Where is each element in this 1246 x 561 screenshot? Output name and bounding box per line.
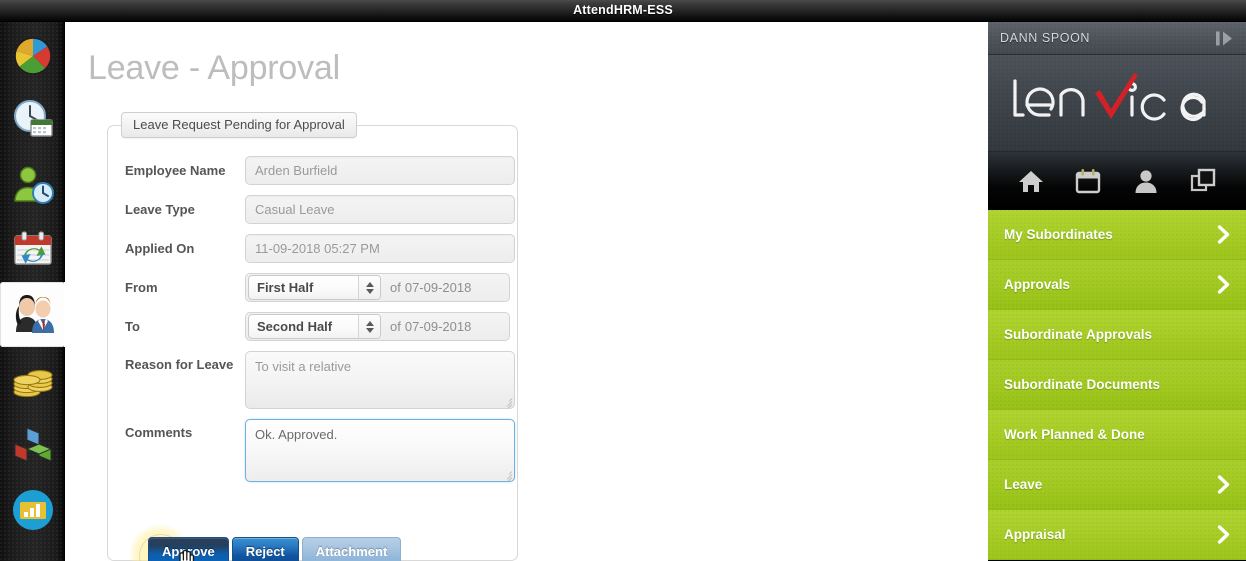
from-of-label: of [390, 280, 401, 295]
reject-button[interactable]: Reject [231, 537, 299, 561]
sidebar-menu: My Subordinates Approvals Subordinate Appr… [988, 210, 1246, 560]
person-clock-icon [10, 162, 56, 208]
sidebar-user-name: DANN SPOON [1000, 31, 1091, 45]
sidebar-menu-item[interactable]: Subordinate Approvals [988, 310, 1246, 360]
to-half-select[interactable]: Second Half [248, 314, 381, 339]
chevron-right-icon[interactable] [1217, 475, 1230, 494]
sidebar-menu-item[interactable]: Appraisal [988, 510, 1246, 560]
reason-textarea[interactable]: To visit a relative [245, 351, 515, 409]
sidebar-menu-item-label: Appraisal [1004, 527, 1066, 542]
gold-coins-icon [10, 357, 56, 403]
to-field-group: Second Half of 07-09-2018 [245, 312, 510, 341]
sidebar-nav-icons [988, 152, 1246, 210]
attachment-button[interactable]: Attachment [301, 537, 402, 561]
lenvica-logo-icon [1013, 73, 1206, 122]
home-icon[interactable] [1016, 166, 1046, 196]
sidebar-menu-item-label: Subordinate Documents [1004, 377, 1161, 392]
approve-button[interactable]: Approve [148, 537, 229, 561]
dock-item-time-attendance-icon[interactable] [0, 87, 65, 152]
leave-type-label: Leave Type [125, 202, 195, 217]
calendar-icon[interactable] [1073, 166, 1103, 196]
people-couple-icon [10, 292, 56, 338]
from-half-spinner-icon[interactable] [358, 276, 380, 299]
sidebar-menu-item-label: My Subordinates [1004, 227, 1113, 242]
sidebar-menu-item[interactable]: Work Planned & Done [988, 410, 1246, 460]
dock-item-dashboard-icon[interactable] [0, 477, 65, 542]
main-content-area: Leave - Approval Leave Request Pending f… [66, 22, 988, 561]
comments-value: Ok. Approved. [255, 427, 338, 442]
sidebar-menu-item[interactable]: Leave [988, 460, 1246, 510]
calendar-refresh-icon [10, 227, 56, 273]
sidebar-user-bar: DANN SPOON [988, 22, 1246, 55]
to-of-text: of 07-09-2018 [381, 319, 471, 334]
sidebar-menu-item-label: Approvals [1004, 277, 1071, 292]
dock-item-modules-icon[interactable] [0, 412, 65, 477]
comments-textarea[interactable]: Ok. Approved. [245, 419, 515, 482]
form-row-from: From First Half of 07-09-2018 [108, 273, 519, 302]
left-application-dock [0, 22, 66, 561]
leave-approval-form: Employee Name Arden Burfield Leave Type … [108, 156, 519, 492]
pie-chart-icon [10, 32, 56, 78]
to-half-value: Second Half [257, 319, 333, 334]
action-button-row: Approve Reject Attachment [148, 537, 402, 561]
sidebar-menu-item-label: Work Planned & Done [1004, 427, 1145, 442]
chevron-right-icon[interactable] [1217, 275, 1230, 294]
dock-item-employee-time-icon[interactable] [0, 152, 65, 217]
application-window: AttendHRM-ESS Leave - Approval Leave Req… [0, 0, 1246, 561]
blue-circle-chart-icon [10, 487, 56, 533]
reason-resize-handle[interactable] [501, 396, 513, 408]
right-sidebar: DANN SPOON My Subordinates Approvals Sub… [988, 22, 1246, 561]
from-of-text: of 07-09-2018 [381, 280, 471, 295]
leave-type-field[interactable]: Casual Leave [245, 195, 515, 224]
to-half-spinner-icon[interactable] [358, 315, 380, 338]
form-row-employee-name: Employee Name Arden Burfield [108, 156, 519, 185]
dock-item-employee-self-service-icon[interactable] [0, 282, 66, 347]
dock-item-leave-calendar-icon[interactable] [0, 217, 65, 282]
form-row-applied-on: Applied On 11-09-2018 05:27 PM [108, 234, 519, 263]
dock-item-payroll-icon[interactable] [0, 347, 65, 412]
form-row-reason: Reason for Leave To visit a relative [108, 351, 519, 409]
reason-label: Reason for Leave [125, 357, 234, 372]
collapse-panel-icon[interactable] [1215, 30, 1234, 47]
page-title: Leave - Approval [88, 49, 340, 87]
colored-blocks-icon [10, 422, 56, 468]
applied-on-label: Applied On [125, 241, 195, 256]
chevron-right-icon[interactable] [1217, 525, 1230, 544]
sidebar-logo [988, 55, 1246, 152]
sidebar-menu-item[interactable]: Approvals [988, 260, 1246, 310]
user-icon[interactable] [1131, 166, 1161, 196]
sidebar-menu-item[interactable]: My Subordinates [988, 210, 1246, 260]
comments-resize-handle[interactable] [501, 469, 513, 481]
panel-legend: Leave Request Pending for Approval [121, 112, 357, 138]
form-row-leave-type: Leave Type Casual Leave [108, 195, 519, 224]
leave-request-panel: Leave Request Pending for Approval Emplo… [107, 112, 519, 561]
from-half-select[interactable]: First Half [248, 275, 381, 300]
form-row-to: To Second Half of 07-09-2018 [108, 312, 519, 341]
reason-value: To visit a relative [255, 359, 352, 374]
to-of-label: of [390, 319, 401, 334]
sidebar-menu-item-label: Leave [1004, 477, 1043, 492]
employee-name-field[interactable]: Arden Burfield [245, 156, 515, 185]
to-date: 07-09-2018 [404, 319, 472, 334]
window-titlebar: AttendHRM-ESS [0, 0, 1246, 22]
applied-on-field[interactable]: 11-09-2018 05:27 PM [245, 234, 515, 263]
from-field-group: First Half of 07-09-2018 [245, 273, 510, 302]
chevron-right-icon[interactable] [1217, 225, 1230, 244]
from-label: From [125, 280, 158, 295]
employee-name-label: Employee Name [125, 163, 226, 178]
from-half-value: First Half [257, 280, 314, 295]
clock-calendar-icon [10, 97, 56, 143]
comments-label: Comments [125, 425, 193, 440]
form-row-comments: Comments Ok. Approved. [108, 419, 519, 482]
sidebar-menu-item[interactable]: Subordinate Documents [988, 360, 1246, 410]
windows-icon[interactable] [1188, 166, 1218, 196]
window-title: AttendHRM-ESS [573, 3, 673, 17]
dock-item-reports-pie-icon[interactable] [0, 22, 65, 87]
from-date: 07-09-2018 [404, 280, 472, 295]
sidebar-menu-item-label: Subordinate Approvals [1004, 327, 1153, 342]
to-label: To [125, 319, 140, 334]
